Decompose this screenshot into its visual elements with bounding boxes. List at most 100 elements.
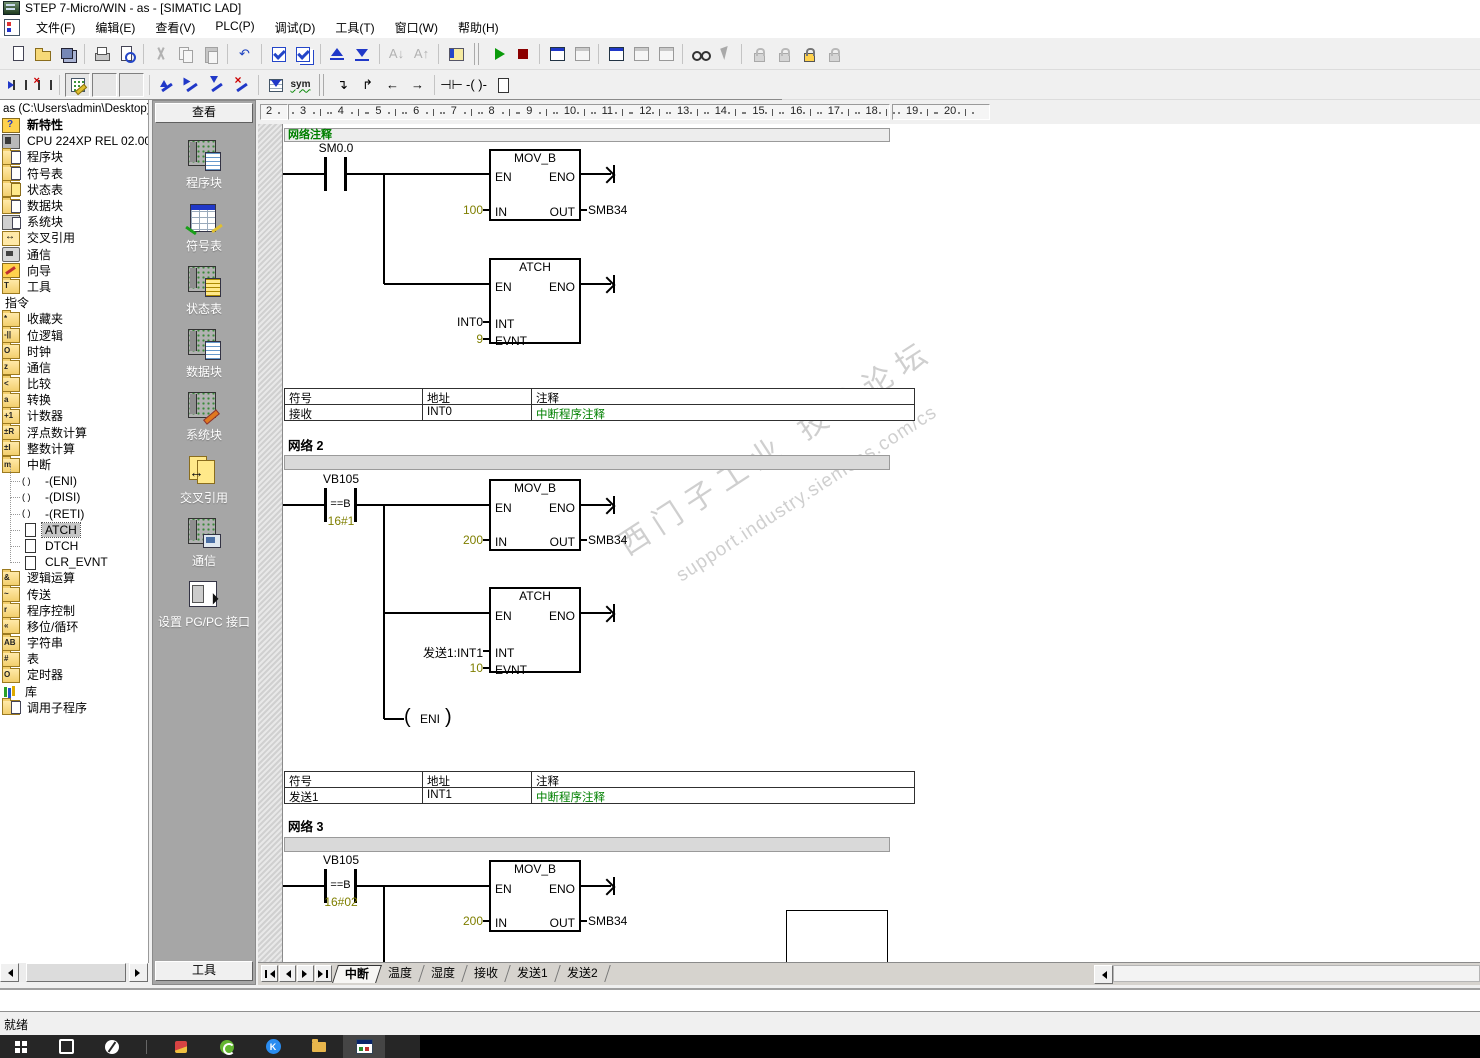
contact-compare-value[interactable]: 16#1 — [328, 514, 355, 528]
tree-item-定时器[interactable]: O 定时器 — [0, 665, 148, 683]
line-right-button[interactable]: → — [406, 74, 429, 96]
scroll-left-button[interactable] — [0, 963, 19, 982]
unforce-button[interactable] — [822, 43, 845, 65]
tab-接收[interactable]: 接收 — [462, 965, 511, 982]
network-comment-bar[interactable] — [284, 837, 890, 852]
box-input-value[interactable]: 100 — [328, 203, 483, 217]
program-status-button[interactable] — [545, 43, 568, 65]
view-editor-contacts-button[interactable] — [92, 72, 117, 97]
delete-network-button[interactable] — [230, 73, 253, 96]
view-item-通信[interactable]: 通信 — [153, 517, 255, 569]
print-preview-button[interactable] — [115, 43, 138, 65]
tab-发送1[interactable]: 发送1 — [505, 965, 561, 982]
cut-button[interactable] — [149, 43, 172, 65]
insert-network-button[interactable] — [155, 74, 178, 96]
new-file-button[interactable] — [6, 43, 29, 65]
chart-status-button[interactable] — [604, 43, 627, 65]
tree-item-通信[interactable]: z 通信 — [0, 358, 148, 376]
tree-item-系统块[interactable]: 系统块 — [0, 214, 148, 230]
ladder-editor-canvas[interactable]: 西门子工业 技术论坛 support.industry.siemens.com/… — [283, 124, 1480, 962]
network-comment-bar[interactable] — [284, 455, 890, 470]
instruction-box-ATCH[interactable]: ATCH EN ENO INT EVNT — [489, 258, 581, 348]
tree-item-移位/循环[interactable]: « 移位/循环 — [0, 617, 148, 635]
tree-item-调用子程序[interactable]: 调用子程序 — [0, 698, 148, 716]
symbol-table-cell[interactable]: 发送1 — [285, 788, 423, 803]
view-panel-header-button[interactable]: 查看 — [155, 103, 253, 123]
tree-horizontal-scrollbar[interactable] — [0, 963, 148, 982]
network-title[interactable]: 网络 2 — [288, 435, 323, 454]
tree-item-交叉引用[interactable]: 交叉引用 — [0, 230, 148, 246]
tree-item-状态表[interactable]: 状态表 — [0, 180, 148, 198]
tab-last-button[interactable] — [315, 965, 332, 982]
tree-item-工具[interactable]: T 工具 — [0, 277, 148, 295]
symbol-table-cell[interactable]: INT0 — [423, 405, 532, 420]
run-button[interactable] — [486, 43, 509, 65]
network-selection-margin[interactable] — [258, 124, 283, 962]
sort-descending-button[interactable]: A↑ — [410, 43, 433, 65]
scroll-right-button[interactable] — [129, 963, 148, 982]
symbolic-addressing-button[interactable]: sym — [289, 74, 312, 96]
view-editor-table-button[interactable] — [119, 72, 144, 97]
save-file-button[interactable] — [56, 43, 79, 65]
undo-button[interactable]: ↶ — [233, 43, 256, 65]
tab-prev-button[interactable] — [279, 965, 296, 982]
contact-operand[interactable]: SM0.0 — [319, 141, 354, 155]
tab-温度[interactable]: 温度 — [376, 965, 425, 982]
ladder-horizontal-scrollbar-track[interactable] — [1113, 965, 1480, 982]
contact-operand[interactable]: VB105 — [323, 853, 359, 867]
tree-item-CLR_EVNT[interactable]: CLR_EVNT — [0, 545, 148, 570]
symbol-info-table-button[interactable] — [264, 74, 287, 96]
network-title[interactable]: 网络 3 — [288, 816, 323, 835]
tree-item-传送[interactable]: ~ 传送 — [0, 585, 148, 603]
options-button[interactable] — [444, 43, 467, 65]
document-icon[interactable] — [4, 18, 20, 36]
output-window[interactable] — [0, 988, 1480, 1012]
tab-first-button[interactable] — [261, 965, 278, 982]
force-button[interactable] — [797, 43, 820, 65]
tree-item-程序块[interactable]: 程序块 — [0, 147, 148, 165]
tree-item-浮点数计算[interactable]: ±R 浮点数计算 — [0, 423, 148, 441]
tree-item--(DISI)[interactable]: -(DISI) — [0, 481, 148, 505]
line-up-button[interactable]: ↱ — [356, 74, 379, 96]
tree-item-CPU 224XP REL 02.00[interactable]: CPU 224XP REL 02.00 — [0, 133, 148, 149]
tree-item-ATCH[interactable]: ATCH — [0, 513, 148, 538]
tree-item-新特性[interactable]: 新特性 — [0, 117, 148, 133]
tree-item-时钟[interactable]: O 时钟 — [0, 342, 148, 360]
tree-item--(RETI)[interactable]: -(RETI) — [0, 497, 148, 522]
menu-edit[interactable]: 编辑(E) — [85, 17, 145, 38]
tools-panel-button[interactable]: 工具 — [155, 961, 253, 981]
network-comment[interactable]: 网络注释 — [284, 128, 890, 142]
view-item-系统块[interactable]: 系统块 — [153, 391, 255, 443]
menu-debug[interactable]: 调试(D) — [265, 17, 326, 38]
tree-item-比较[interactable]: < 比较 — [0, 374, 148, 392]
taskbar-step7-active[interactable] — [343, 1035, 385, 1058]
sort-ascending-button[interactable]: A↓ — [385, 43, 408, 65]
toggle-bookmark-button[interactable] — [6, 74, 29, 96]
menu-tools[interactable]: 工具(T) — [325, 17, 384, 38]
tree-item-通信[interactable]: 通信 — [0, 247, 148, 263]
insert-coil-button[interactable]: -( )- — [465, 74, 488, 96]
symbol-table-cell[interactable]: 中断程序注释 — [532, 788, 914, 803]
symbol-table-cell[interactable]: 接收 — [285, 405, 423, 420]
compile-all-button[interactable] — [292, 43, 315, 65]
print-button[interactable] — [90, 43, 113, 65]
contact-operand[interactable]: VB105 — [323, 472, 359, 486]
menu-view[interactable]: 查看(V) — [145, 17, 205, 38]
view-item-数据块[interactable]: 数据块 — [153, 328, 255, 380]
taskbar-app-red-button[interactable] — [169, 1035, 193, 1058]
menu-plc[interactable]: PLC(P) — [205, 17, 264, 38]
scrollbar-thumb[interactable] — [26, 963, 126, 982]
taskbar-folder-button[interactable] — [307, 1035, 331, 1058]
pause-program-status-button[interactable] — [570, 43, 593, 65]
taskbar-app-k-button[interactable]: K — [261, 1035, 285, 1058]
download-button[interactable] — [351, 43, 374, 65]
paste-button[interactable] — [199, 43, 222, 65]
box-input-value[interactable]: 发送1:INT1 — [328, 644, 483, 661]
single-read-button[interactable] — [654, 43, 677, 65]
view-item-设置 PG/PC 接口[interactable]: 设置 PG/PC 接口 — [153, 578, 255, 630]
tree-item-库[interactable]: 库 — [0, 684, 148, 700]
view-item-程序块[interactable]: 程序块 — [153, 139, 255, 191]
instruction-box-MOV_B[interactable]: MOV_B EN ENO IN OUT — [489, 149, 581, 221]
ladder-scroll-left-button[interactable] — [1094, 965, 1113, 984]
write-lock-button[interactable] — [747, 43, 770, 65]
